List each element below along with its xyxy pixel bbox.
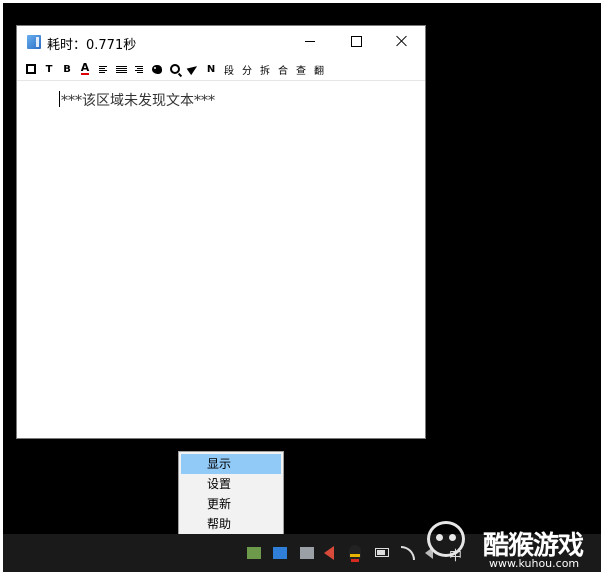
- split-button[interactable]: 分: [238, 60, 256, 78]
- tray-ocr-icon[interactable]: [273, 547, 287, 559]
- menu-item-show[interactable]: 显示: [181, 454, 281, 474]
- maximize-icon: [350, 35, 362, 47]
- result-text: ***该区域未发现文本***: [61, 93, 215, 109]
- search-icon: [170, 64, 180, 74]
- text-caret: [59, 91, 60, 107]
- minimize-button[interactable]: [287, 26, 333, 56]
- menu-item-help[interactable]: 帮助: [181, 514, 281, 534]
- ocr-result-window: 耗时：0.771秒 T B A N 段 分 拆 合 查 翻 ***该区域未发现文…: [16, 25, 426, 439]
- menu-item-settings[interactable]: 设置: [181, 474, 281, 494]
- wifi-icon[interactable]: [401, 546, 415, 560]
- check-button[interactable]: 查: [292, 60, 310, 78]
- align-right-icon: [135, 65, 143, 73]
- translate-button[interactable]: 翻: [310, 60, 328, 78]
- monkey-logo-icon: [427, 521, 465, 557]
- align-justify-button[interactable]: [112, 60, 130, 78]
- paragraph-button[interactable]: 段: [220, 60, 238, 78]
- palette-button[interactable]: [148, 60, 166, 78]
- font-color-icon: A: [80, 61, 90, 75]
- app-icon: [27, 35, 41, 49]
- text-area[interactable]: ***该区域未发现文本***: [17, 81, 425, 438]
- align-left-button[interactable]: [94, 60, 112, 78]
- maximize-button[interactable]: [333, 26, 379, 56]
- send-icon: [186, 62, 200, 76]
- search-button[interactable]: [166, 60, 184, 78]
- merge-button[interactable]: 合: [274, 60, 292, 78]
- battery-icon[interactable]: [375, 548, 389, 557]
- text-t-button[interactable]: T: [40, 60, 58, 78]
- watermark: 酷猴游戏 www.kuhou.com: [421, 509, 601, 572]
- watermark-url: www.kuhou.com: [489, 557, 580, 570]
- square-icon[interactable]: [22, 60, 40, 78]
- speaker-icon[interactable]: [324, 546, 334, 560]
- break-button[interactable]: 拆: [256, 60, 274, 78]
- qq-icon[interactable]: [349, 545, 361, 562]
- align-justify-icon: [115, 65, 127, 73]
- align-left-icon: [99, 65, 107, 73]
- tray-network-drive-icon[interactable]: [300, 547, 314, 559]
- align-right-button[interactable]: [130, 60, 148, 78]
- n-button[interactable]: N: [202, 60, 220, 78]
- close-icon: [396, 35, 408, 47]
- toolbar: T B A N 段 分 拆 合 查 翻: [17, 58, 425, 81]
- font-color-button[interactable]: A: [76, 60, 94, 78]
- close-button[interactable]: [379, 26, 425, 56]
- tray-app-icon[interactable]: [247, 547, 261, 559]
- send-button[interactable]: [184, 60, 202, 78]
- desktop: 耗时：0.771秒 T B A N 段 分 拆 合 查 翻 ***该区域未发现文…: [3, 3, 601, 572]
- window-title: 耗时：0.771秒: [47, 38, 137, 53]
- palette-icon: [152, 64, 162, 74]
- menu-item-update[interactable]: 更新: [181, 494, 281, 514]
- bold-button[interactable]: B: [58, 60, 76, 78]
- title-bar[interactable]: 耗时：0.771秒: [17, 26, 425, 58]
- minimize-icon: [305, 40, 315, 42]
